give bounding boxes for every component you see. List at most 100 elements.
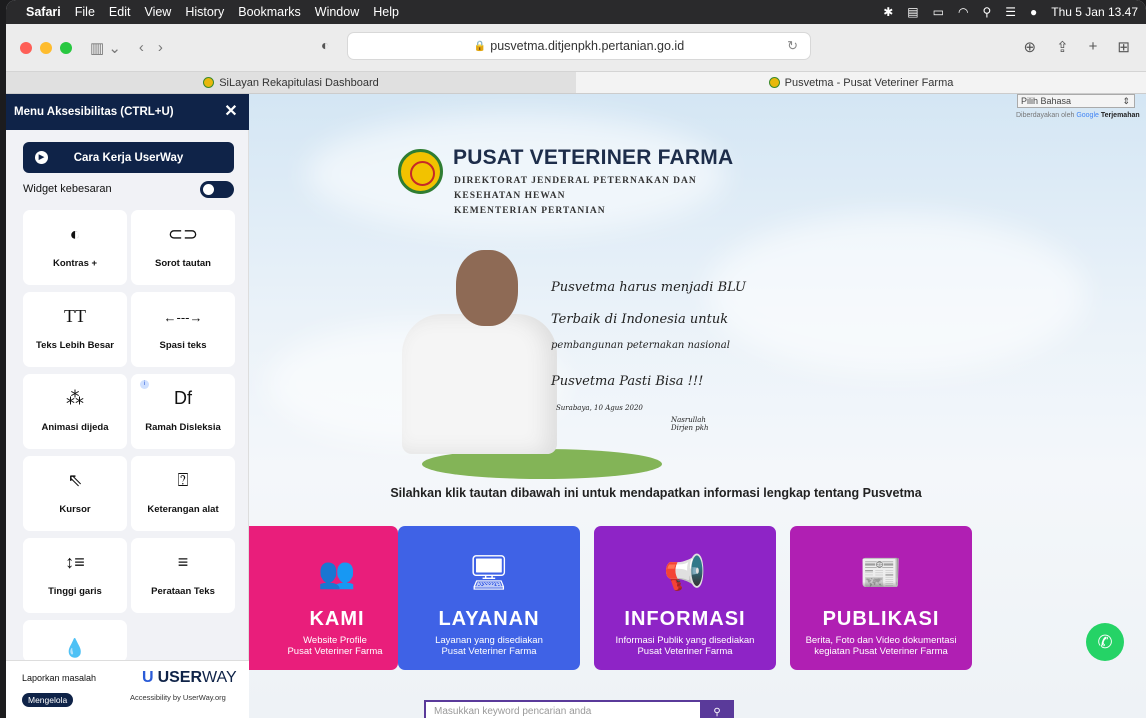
tile-label: Perataan Teks (151, 586, 215, 597)
new-tab-icon[interactable]: + (1089, 38, 1098, 56)
pusvetma-logo (398, 149, 443, 194)
language-select[interactable]: Pilih Bahasa ⇕ (1017, 94, 1135, 108)
menu-file[interactable]: File (75, 5, 95, 19)
handwriting-line: Pusvetma Pasti Bisa !!! (551, 374, 704, 389)
forward-icon[interactable]: › (158, 39, 163, 56)
tooltip-icon: ⍰ (177, 470, 189, 490)
menu-edit[interactable]: Edit (109, 5, 131, 19)
subtitle-line: KEMENTERIAN PERTANIAN (454, 206, 606, 216)
tile-cursor[interactable]: ⇖ Kursor (23, 456, 127, 531)
status-area: ✱ ▤ ▭ ◠ ⚲ ☰ ● Thu 5 Jan 13.47 (883, 5, 1138, 19)
bluetooth-icon[interactable]: ✱ (883, 5, 893, 19)
spotlight-icon[interactable]: ⚲ (982, 5, 991, 19)
tile-label: Tinggi garis (48, 586, 102, 597)
signer-title: Dirjen pkh (671, 424, 709, 432)
accessibility-header: Menu Aksesibilitas (CTRL+U) ✕ (6, 94, 249, 130)
tab-silayan[interactable]: SiLayan Rekapitulasi Dashboard (6, 72, 576, 93)
address-text: pusvetma.ditjenpkh.pertanian.go.id (490, 39, 685, 53)
silayan-favicon-icon (203, 77, 215, 88)
oversize-widget-label: Widget kebesaran (23, 183, 112, 195)
how-userway-works-button[interactable]: ▶ Cara Kerja UserWay (23, 142, 234, 173)
saturation-icon: 💧 (63, 638, 87, 658)
director-photo (392, 244, 662, 479)
card-desc-line: Pusat Veteriner Farma (441, 646, 537, 657)
tile-text-spacing[interactable]: ←---→ Spasi teks (131, 292, 235, 367)
tile-bigger-text[interactable]: TT Teks Lebih Besar (23, 292, 127, 367)
translate-credit: Diberdayakan oleh Google Terjemahan (1016, 112, 1146, 119)
keyboard-icon[interactable]: ▤ (907, 5, 918, 19)
tile-saturation[interactable]: 💧 (23, 620, 127, 662)
tile-dyslexia[interactable]: i Df Ramah Disleksia (131, 374, 235, 449)
play-icon: ▶ (35, 151, 48, 164)
text-align-icon: ≡ (177, 552, 189, 572)
downloads-icon[interactable]: ⊕ (1024, 38, 1037, 56)
menu-window[interactable]: Window (315, 5, 359, 19)
menu-view[interactable]: View (144, 5, 171, 19)
handwriting-date: Surabaya, 10 Agus 2020 (556, 404, 643, 412)
card-informasi[interactable]: 📢 INFORMASI Informasi Publik yang disedi… (594, 526, 776, 670)
search-input[interactable]: Masukkan keyword pencarian anda ⚲ (424, 700, 734, 718)
signer-name: Nasrullah (671, 416, 706, 424)
tile-text-align[interactable]: ≡ Perataan Teks (131, 538, 235, 613)
card-desc: Layanan yang disediakan Pusat Veteriner … (398, 635, 580, 657)
close-icon[interactable]: ✕ (221, 102, 241, 122)
tile-line-height[interactable]: ↕≡ Tinggi garis (23, 538, 127, 613)
address-bar[interactable]: 🔒 pusvetma.ditjenpkh.pertanian.go.id ↻ (347, 32, 811, 60)
card-title: PUBLIKASI (822, 608, 940, 630)
back-icon[interactable]: ‹ (139, 39, 144, 56)
contrast-icon: ◐ (69, 224, 81, 244)
report-problem-link[interactable]: Laporkan masalah (22, 673, 96, 683)
userway-logo-icon: U (142, 669, 154, 686)
menu-history[interactable]: History (185, 5, 224, 19)
tab-bar: SiLayan Rekapitulasi Dashboard Pusvetma … (6, 72, 1146, 94)
card-title: LAYANAN (438, 608, 540, 630)
manage-button[interactable]: Mengelola (22, 693, 74, 707)
tile-label: Keterangan alat (147, 504, 219, 515)
service-desk-icon: 🖥 (467, 554, 511, 592)
close-window-button[interactable] (20, 41, 32, 54)
tile-tooltips[interactable]: ⍰ Keterangan alat (131, 456, 235, 531)
tile-pause-animation[interactable]: ⁂ Animasi dijeda (23, 374, 127, 449)
minimize-window-button[interactable] (40, 41, 52, 54)
sidebar-icon[interactable]: ▥ ⌄ (90, 39, 121, 57)
wifi-icon[interactable]: ◠ (958, 5, 968, 19)
search-button[interactable]: ⚲ (700, 700, 734, 718)
battery-icon[interactable]: ▭ (933, 5, 944, 19)
menu-app[interactable]: Safari (26, 5, 61, 19)
line-height-icon: ↕≡ (65, 552, 85, 572)
tile-contrast[interactable]: ◐ Kontras + (23, 210, 127, 285)
privacy-shield-icon[interactable]: ◐ (321, 37, 329, 53)
site-subtitle: DIREKTORAT JENDERAL PETERNAKAN DAN KESEH… (454, 174, 754, 219)
card-publikasi[interactable]: 📰 PUBLIKASI Berita, Foto dan Video dokum… (790, 526, 972, 670)
tab-overview-icon[interactable]: ⊞ (1117, 38, 1130, 56)
tile-label: Kursor (59, 504, 91, 515)
tab-title: SiLayan Rekapitulasi Dashboard (219, 76, 379, 89)
control-center-icon[interactable]: ☰ (1005, 5, 1016, 19)
card-layanan[interactable]: 🖥 LAYANAN Layanan yang disediakan Pusat … (398, 526, 580, 670)
zoom-window-button[interactable] (60, 41, 72, 54)
userway-logo: U USERWAY (142, 669, 237, 687)
pusvetma-favicon-icon (768, 77, 780, 88)
userway-credit: Accessibility by UserWay.org (130, 693, 226, 702)
clock[interactable]: Thu 5 Jan 13.47 (1051, 5, 1138, 19)
search-icon: ⚲ (713, 706, 721, 718)
card-desc-line: Berita, Foto dan Video dokumentasi (805, 635, 957, 646)
how-label: Cara Kerja UserWay (73, 151, 184, 164)
menu-help[interactable]: Help (373, 5, 399, 19)
whatsapp-button[interactable]: ✆ (1086, 623, 1124, 661)
megaphone-icon: 📢 (663, 554, 707, 592)
pause-animation-icon: ⁂ (66, 388, 84, 408)
translate-link[interactable]: Terjemahan (1101, 112, 1140, 119)
tile-label: Spasi teks (159, 340, 207, 351)
menu-bookmarks[interactable]: Bookmarks (238, 5, 301, 19)
reload-icon[interactable]: ↻ (787, 38, 798, 54)
tile-highlight-links[interactable]: ⊂⊃ Sorot tautan (131, 210, 235, 285)
oversize-widget-toggle[interactable] (200, 181, 234, 198)
cursor-icon: ⇖ (67, 470, 83, 490)
brand-b: WAY (202, 669, 237, 686)
toolbar-actions: ⊕ ⇪ + ⊞ (1024, 38, 1131, 56)
share-icon[interactable]: ⇪ (1056, 38, 1069, 56)
tab-pusvetma[interactable]: Pusvetma - Pusat Veteriner Farma (576, 72, 1146, 93)
siri-icon[interactable]: ● (1030, 5, 1037, 19)
handwriting-line: pembangunan peternakan nasional (551, 340, 730, 351)
